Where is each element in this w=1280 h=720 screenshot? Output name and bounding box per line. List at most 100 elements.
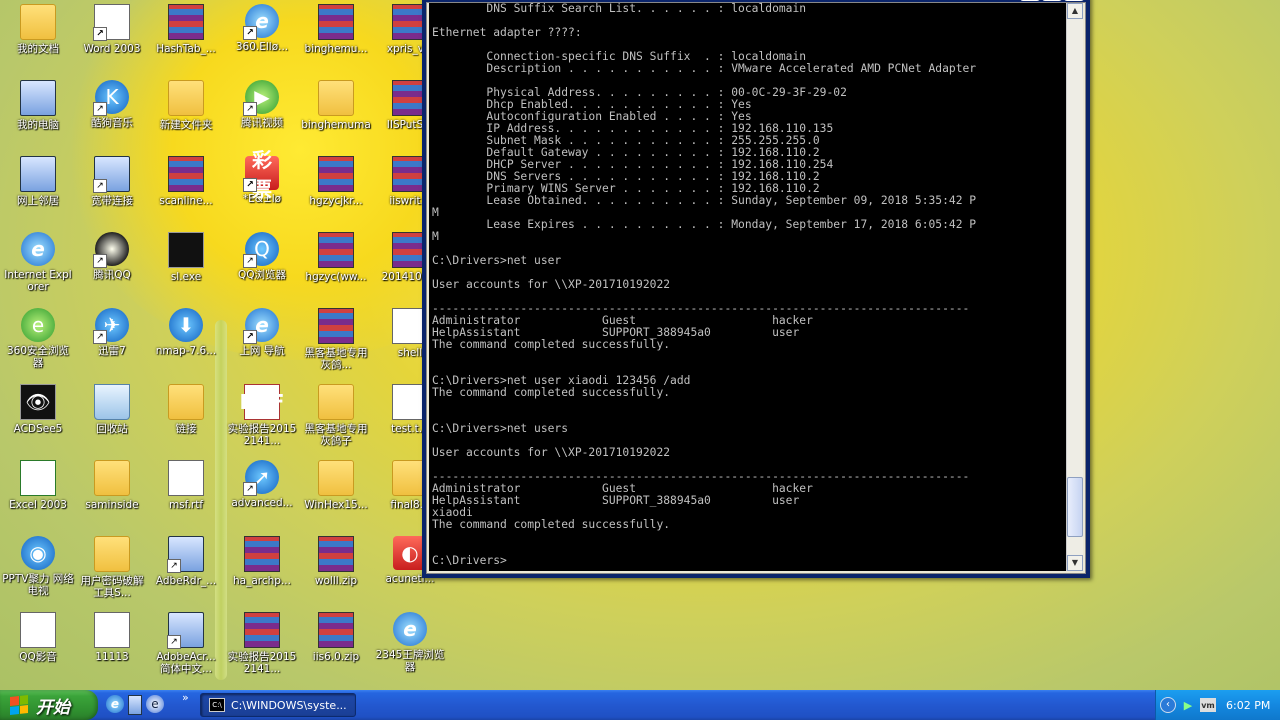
quick-launch: e e: [106, 695, 164, 715]
desktop-icon[interactable]: ⬇ nmap-7.6...: [150, 308, 222, 357]
desktop-icon[interactable]: 实验报告20152141...: [226, 612, 298, 675]
desktop-icon[interactable]: 宽带连接: [76, 156, 148, 207]
desktop-icon-label: binghemuma: [301, 119, 371, 131]
desktop-icon[interactable]: W Word 2003: [76, 4, 148, 55]
scroll-thumb[interactable]: [1067, 477, 1083, 537]
desktop-icon-label: 实验报告20152141...: [227, 423, 297, 447]
desktop-icon-label: sl.exe: [170, 271, 202, 283]
desktop-icon[interactable]: saminside: [76, 460, 148, 511]
desktop-icon[interactable]: K酷狗音乐: [76, 80, 148, 129]
system-tray: ‹ ▶ vm 6:02 PM: [1155, 690, 1280, 720]
desktop-icon[interactable]: 👁 ACDSee5: [2, 384, 74, 435]
ie-quicklaunch-icon[interactable]: e: [106, 695, 124, 713]
command-prompt-window[interactable]: DNS Suffix Search List. . . . . . : loca…: [422, 0, 1090, 578]
desktop-icon[interactable]: 彩票*E&±lø: [226, 148, 298, 205]
desktop-icon[interactable]: X Excel 2003: [2, 460, 74, 511]
tray-expand-icon[interactable]: ‹: [1160, 697, 1176, 713]
desktop-icon[interactable]: ➚advanced...: [226, 460, 298, 509]
tencent-video-tray-icon[interactable]: ▶: [1180, 698, 1196, 712]
desktop-icon-label: hgzyc(ww...: [305, 271, 367, 283]
desktop-icon[interactable]: ▭ QQ影音: [2, 612, 74, 663]
desktop-icon[interactable]: AdbeRdr_...: [150, 536, 222, 587]
desktop-icon[interactable]: 用户密码破解工具S...: [76, 536, 148, 599]
desktop-icon[interactable]: scanline...: [150, 156, 222, 207]
desktop-icon[interactable]: AdobeAcr... 简体中文...: [150, 612, 222, 675]
desktop-icon-label: ACDSee5: [13, 423, 63, 435]
scroll-up-button[interactable]: ▲: [1067, 3, 1083, 19]
scroll-down-button[interactable]: ▼: [1067, 555, 1083, 571]
desktop-icon[interactable]: 链接: [150, 384, 222, 435]
desktop-icon-image-icon: e: [243, 4, 279, 40]
desktop-icon[interactable]: 新建文件夹: [150, 80, 222, 131]
desktop-icon-label: hgzycjkr...: [309, 195, 363, 207]
vertical-scrollbar[interactable]: ▲ ▼: [1066, 3, 1083, 571]
desktop-icon[interactable]: e上网 导航: [226, 308, 298, 357]
desktop-icon-label: 我的电脑: [17, 119, 59, 131]
desktop-icon-label: iis6.0.zip: [312, 651, 360, 663]
desktop-icon-label: 上网 导航: [239, 345, 285, 357]
desktop-icon[interactable]: HashTab_...: [150, 4, 222, 55]
desktop-icon-image-icon: 👁: [20, 384, 56, 420]
desktop-icon-image-icon: ◉: [21, 536, 55, 570]
desktop-icon-image-icon: e: [21, 232, 55, 266]
desktop-icon[interactable]: hgzycjkr...: [300, 156, 372, 207]
desktop-icon[interactable]: ha_archp...: [226, 536, 298, 587]
desktop-icon[interactable]: 回收站: [76, 384, 148, 435]
desktop-icon[interactable]: iis6.0.zip: [300, 612, 372, 663]
desktop-icon-image-icon: ✈: [93, 308, 129, 344]
desktop-icon[interactable]: WinHex15...: [300, 460, 372, 511]
console-output[interactable]: DNS Suffix Search List. . . . . . : loca…: [429, 3, 1071, 571]
desktop-icon[interactable]: hgzyc(ww...: [300, 232, 372, 283]
desktop-icon[interactable]: Wmsf.rtf: [150, 460, 222, 511]
desktop-icon-label: WinHex15...: [304, 499, 368, 511]
maximize-button[interactable]: [1042, 0, 1062, 1]
desktop-icon[interactable]: ✈迅雷7: [76, 308, 148, 357]
desktop-icon[interactable]: 黑客基地专用灰鸽...: [300, 308, 372, 371]
desktop-icon[interactable]: exe 11113: [76, 612, 148, 663]
desktop-icon[interactable]: 黑客基地专用灰鸽子: [300, 384, 372, 447]
desktop-icon[interactable]: PDF 实验报告20152141...: [226, 384, 298, 447]
desktop-icon-label: AdobeAcr... 简体中文...: [156, 651, 216, 675]
desktop-icon[interactable]: e 360安全浏览器: [2, 308, 74, 369]
desktop-icon[interactable]: e Internet Explorer: [2, 232, 74, 293]
close-button[interactable]: [1064, 0, 1084, 1]
quick-launch-more-icon[interactable]: »: [182, 691, 189, 704]
desktop-icon[interactable]: 网上邻居: [2, 156, 74, 207]
desktop-icon[interactable]: ▶腾讯视频: [226, 80, 298, 129]
start-button[interactable]: 开始: [0, 690, 98, 720]
device-quicklaunch-icon[interactable]: [128, 695, 142, 715]
taskbar-button-cmd[interactable]: C:\ C:\WINDOWS\syste...: [200, 693, 356, 717]
desktop-icon-image-icon: [167, 536, 204, 573]
desktop-icon-image-icon: exe: [94, 612, 130, 648]
desktop-icon[interactable]: binghemu...: [300, 4, 372, 55]
desktop-icon-image-icon: [318, 80, 354, 116]
clock[interactable]: 6:02 PM: [1226, 699, 1270, 712]
desktop-icon[interactable]: e360.Ellø...: [226, 4, 298, 53]
desktop-icon-image-icon: [168, 384, 204, 420]
desktop-icon[interactable]: QQQ浏览器: [226, 232, 298, 281]
vmware-tray-icon[interactable]: vm: [1200, 698, 1216, 712]
desktop-icon-image-icon: [318, 156, 354, 192]
desktop-icon-image-icon: [244, 536, 280, 572]
desktop-icon-label: 360安全浏览器: [6, 345, 70, 369]
desktop-icon[interactable]: binghemuma: [300, 80, 372, 131]
desktop-icon-image-icon: [93, 232, 129, 268]
desktop-icon-label: Excel 2003: [9, 499, 67, 511]
desktop-icon-image-icon: ➚: [243, 460, 279, 496]
desktop-icon-image-icon: W: [168, 460, 204, 496]
desktop-icon-label: scanline...: [159, 195, 213, 207]
desktop-icon-label: ha_archp...: [233, 575, 291, 587]
desktop-icon[interactable]: ◉ PPTV聚力 网络电视: [2, 536, 74, 597]
media-quicklaunch-icon[interactable]: e: [146, 695, 164, 713]
cmd-icon: C:\: [209, 698, 225, 712]
desktop-icon[interactable]: 我的电脑: [2, 80, 74, 131]
minimize-button[interactable]: [1020, 0, 1040, 1]
desktop-icon[interactable]: 我的文档: [2, 4, 74, 55]
desktop-icon[interactable]: wolll.zip: [300, 536, 372, 587]
desktop-icon-image-icon: ⬇: [169, 308, 203, 342]
desktop-icon-image-icon: ▶: [243, 80, 279, 116]
desktop-icon-label: 黑客基地专用灰鸽子: [304, 423, 368, 447]
desktop-icon[interactable]: sl.exe: [150, 232, 222, 283]
desktop-icon[interactable]: 腾讯QQ: [76, 232, 148, 281]
desktop-icon[interactable]: e 2345王牌浏览器: [374, 612, 446, 673]
